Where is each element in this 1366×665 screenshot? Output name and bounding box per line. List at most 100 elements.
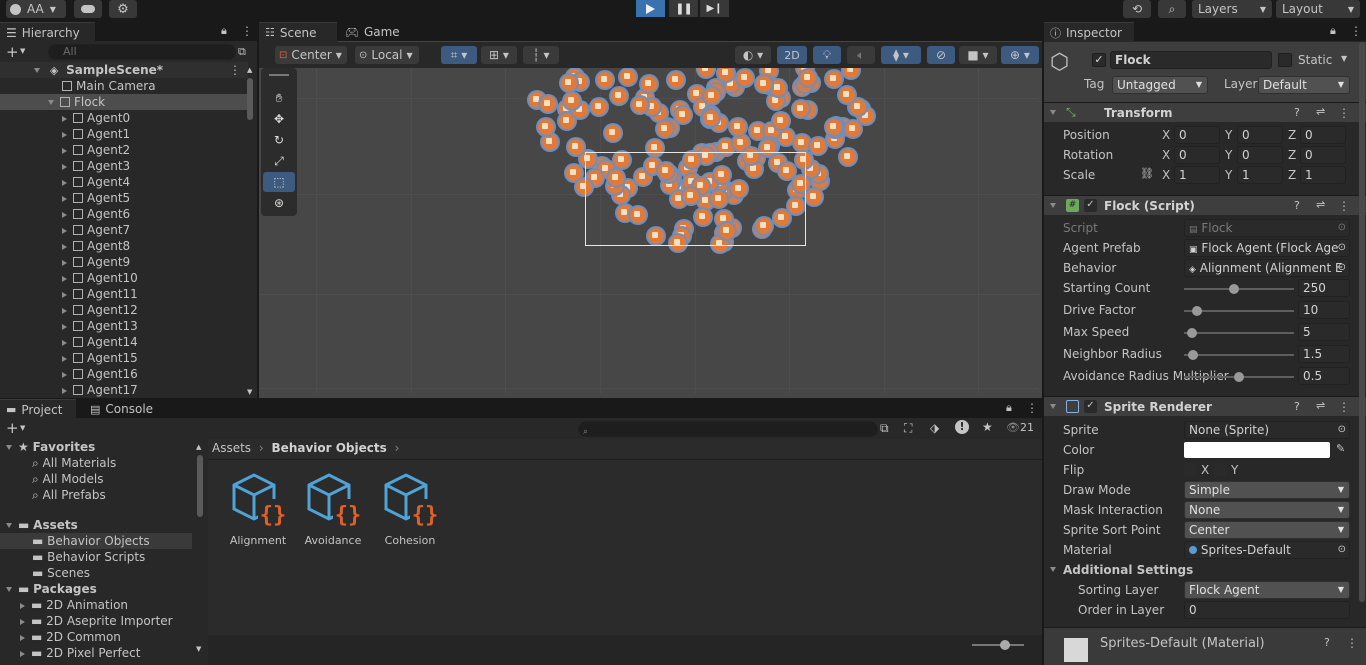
object-picker-icon[interactable]: ⊙ [1338, 422, 1346, 438]
hierarchy-item-agent[interactable]: Agent14 [0, 334, 248, 350]
constrain-proportions-icon[interactable]: ⛓ [1140, 167, 1154, 180]
transform-tool[interactable]: ⊛ [263, 193, 295, 213]
hierarchy-item-agent[interactable]: Agent6 [0, 206, 248, 222]
tab-game[interactable]: 🎮︎ Game [339, 22, 409, 42]
grid-toggle-button[interactable]: ⊞ ▾ [481, 46, 517, 64]
transform-x-input[interactable]: 0 [1174, 146, 1220, 164]
object-picker-icon[interactable]: ⊙ [1338, 260, 1346, 276]
flock-script-header[interactable]: # ✓ Flock (Script) ? ⇌ ⋮ [1044, 195, 1366, 215]
hierarchy-item-agent[interactable]: Agent5 [0, 190, 248, 206]
axis-label-y[interactable]: Y [1225, 128, 1232, 142]
transform-z-input[interactable]: 0 [1300, 126, 1346, 144]
hierarchy-search-input[interactable]: All [48, 44, 236, 60]
hierarchy-item-agent[interactable]: Agent0 [0, 110, 248, 126]
tab-console[interactable]: ▤ Console [84, 399, 164, 419]
package-item[interactable]: ▬ 2D Pixel Perfect [0, 645, 192, 661]
layers-dropdown[interactable]: Layers ▼ [1192, 0, 1272, 18]
active-checkbox[interactable]: ✓ [1092, 53, 1106, 67]
tag-dropdown[interactable]: Untagged ▼ [1112, 76, 1208, 94]
scale-tool[interactable]: ⤢ [263, 151, 295, 171]
search-button[interactable]: ⌕ [1158, 0, 1186, 18]
scroll-up-icon[interactable]: ▲ [247, 66, 252, 74]
axis-label-z[interactable]: Z [1288, 168, 1296, 182]
more-options-icon[interactable]: ⋮ [1026, 401, 1038, 415]
move-tool[interactable]: ✥ [263, 109, 295, 129]
static-checkbox[interactable] [1278, 53, 1292, 67]
hierarchy-item-agent[interactable]: Agent3 [0, 158, 248, 174]
hierarchy-item-agent[interactable]: Agent1 [0, 126, 248, 142]
lighting-toggle[interactable]: 💡︎ [813, 46, 841, 64]
favorites-header[interactable]: ★ Favorites [0, 439, 192, 455]
tab-project[interactable]: ▬ Project [0, 399, 76, 419]
object-picker-icon[interactable]: ⊙ [1338, 240, 1346, 256]
visibility-toggle[interactable]: ⊘ [927, 46, 955, 64]
package-item[interactable]: ▬ 2D Animation [0, 597, 192, 613]
transform-y-input[interactable]: 0 [1237, 126, 1283, 144]
transform-header[interactable]: ⤡ Transform ? ⇌ ⋮ [1044, 102, 1366, 122]
hierarchy-item-agent[interactable]: Agent16 [0, 366, 248, 382]
breadcrumb-assets[interactable]: Assets [212, 441, 251, 455]
rect-tool[interactable]: ⬚ [263, 172, 295, 192]
behavior-field[interactable]: ◈ Alignment (Alignment E ⊙ [1184, 259, 1350, 277]
packages-header[interactable]: ▬ Packages [0, 581, 192, 597]
zoom-slider-knob[interactable] [1000, 640, 1010, 650]
additional-settings-foldout[interactable]: Additional Settings [1044, 561, 1344, 579]
agent-prefab-field[interactable]: ▣ Flock Agent (Flock Age ⊙ [1184, 239, 1350, 257]
sprite-field[interactable]: None (Sprite) ⊙ [1184, 421, 1350, 439]
help-icon[interactable]: ? [1294, 106, 1300, 119]
scroll-thumb[interactable] [1359, 42, 1365, 602]
transform-y-input[interactable]: 1 [1237, 166, 1283, 184]
package-item[interactable]: ▬ 2D Aseprite Importer [0, 613, 192, 629]
axis-label-y[interactable]: Y [1225, 148, 1232, 162]
hierarchy-item-agent[interactable]: Agent7 [0, 222, 248, 238]
pause-button[interactable]: ❚❚ [669, 0, 698, 17]
object-picker-icon[interactable]: ⊙ [1338, 542, 1346, 558]
audio-toggle[interactable]: 🔈︎ [847, 46, 875, 64]
chevron-down-icon[interactable]: ▼ [1341, 54, 1347, 63]
scene-row[interactable]: ◈ SampleScene* ⋮ [0, 62, 248, 78]
hierarchy-item-flock[interactable]: Flock [0, 94, 248, 110]
hierarchy-item-agent[interactable]: Agent15 [0, 350, 248, 366]
hierarchy-item-agent[interactable]: Agent13 [0, 318, 248, 334]
hierarchy-item-agent[interactable]: Agent4 [0, 174, 248, 190]
tag-icon[interactable]: ⬗ [930, 421, 939, 435]
asset-folder-item[interactable]: ▬ Behavior Scripts [0, 549, 192, 565]
transform-z-input[interactable]: 1 [1300, 166, 1346, 184]
sprite-renderer-header[interactable]: ✓ Sprite Renderer ? ⇌ ⋮ [1044, 396, 1366, 416]
asset-file[interactable]: {} Avoidance [301, 469, 365, 549]
slider-value-input[interactable]: 10 [1298, 301, 1350, 319]
axis-label-x[interactable]: X [1162, 148, 1170, 162]
object-name-input[interactable]: Flock [1110, 51, 1272, 69]
help-icon[interactable]: ? [1294, 400, 1300, 413]
camera-dropdown[interactable]: ■ ▾ [959, 46, 997, 64]
space-dropdown[interactable]: ⊙ Local ▼ [355, 46, 419, 64]
slider-track[interactable] [1184, 332, 1294, 334]
eyedropper-icon[interactable]: ✎ [1336, 442, 1345, 455]
scroll-up-icon[interactable]: ▲ [196, 443, 201, 451]
collab-button[interactable]: ⚙ [109, 0, 137, 18]
breadcrumb-current[interactable]: Behavior Objects [272, 441, 387, 455]
draw-mode-dropdown[interactable]: Simple ▼ [1184, 481, 1350, 499]
add-icon[interactable]: + [6, 43, 19, 61]
axis-label-z[interactable]: Z [1288, 128, 1296, 142]
layout-dropdown[interactable]: Layout ▼ [1276, 0, 1360, 18]
transform-y-input[interactable]: 0 [1237, 146, 1283, 164]
component-enabled-checkbox[interactable]: ✓ [1084, 199, 1097, 212]
add-icon[interactable]: + [6, 419, 19, 437]
favorite-item[interactable]: ⌕ All Prefabs [0, 487, 192, 503]
history-button[interactable]: ⟲ [1123, 0, 1151, 18]
material-preview-header[interactable]: Sprites-Default (Material) ? ⋮ [1044, 627, 1366, 665]
hierarchy-scrollbar[interactable]: ▲ ▼ [246, 66, 254, 396]
search-by-label-icon[interactable]: ⛶ [904, 421, 912, 436]
cloud-button[interactable] [74, 0, 102, 18]
flip-x-checkbox[interactable] [1184, 463, 1197, 476]
presets-icon[interactable]: ⇌ [1316, 105, 1325, 118]
scroll-thumb[interactable] [197, 455, 203, 517]
play-button[interactable] [636, 0, 665, 17]
scene-viewport[interactable] [259, 68, 1042, 398]
lock-icon[interactable]: 🔒︎ [221, 24, 227, 38]
more-options-icon[interactable]: ⋮ [1350, 24, 1362, 38]
2d-toggle[interactable]: 2D [777, 46, 807, 64]
more-options-icon[interactable]: ⋮ [1338, 400, 1350, 414]
slider-knob[interactable] [1187, 328, 1197, 338]
